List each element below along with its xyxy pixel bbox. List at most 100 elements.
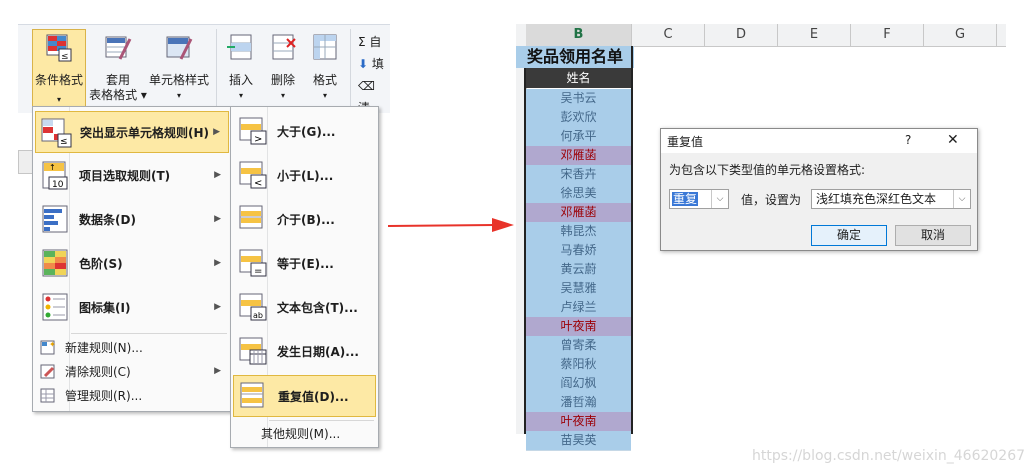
value-type-select[interactable]: 重复 ⌵ [669, 189, 729, 209]
menu-item-manage-rules[interactable]: 管理规则(R)... [35, 384, 229, 406]
table-row[interactable]: 何承平 [526, 127, 631, 147]
submenu-item-less-than[interactable]: < 小于(L)... [233, 155, 376, 195]
svg-text:10: 10 [52, 180, 64, 190]
table-title: 奖品领用名单 [516, 46, 634, 68]
fill-down-icon: ⬇ [358, 57, 369, 71]
menu-item-top-bottom-rules[interactable]: ↑ 10 项目选取规则(T) ▶ [35, 155, 229, 195]
menu-item-label: 新建规则(N)... [65, 340, 143, 355]
submenu-item-greater-than[interactable]: > 大于(G)... [233, 111, 376, 151]
ok-button[interactable]: 确定 [811, 225, 887, 246]
submenu-item-date-occurring[interactable]: 发生日期(A)... [233, 331, 376, 371]
svg-text:≤: ≤ [61, 52, 69, 62]
column-header-b[interactable]: B [526, 24, 632, 47]
chevron-right-icon: ▶ [214, 302, 221, 312]
table-row[interactable]: 彭欢欣 [526, 108, 631, 128]
conditional-format-icon: ≤ [46, 34, 72, 62]
table-row[interactable]: 曾寄柔 [526, 336, 631, 356]
table-row[interactable]: 叶夜南 [526, 412, 631, 432]
cell-styles-button[interactable]: 单元格样式 ▾ [146, 33, 212, 103]
table-row[interactable]: 韩昆杰 [526, 222, 631, 242]
menu-item-label: 项目选取规则(T) [79, 168, 171, 183]
chevron-down-icon: ▾ [56, 95, 61, 104]
menu-separator [71, 333, 227, 334]
menu-item-label: 图标集(I) [79, 300, 131, 315]
table-row[interactable]: 邓雁菡 [526, 146, 631, 166]
conditional-format-menu: ≤ 突出显示单元格规则(H) ▶ ↑ 10 项目选取规则(T) ▶ 数据条(D)… [32, 106, 232, 412]
format-style-value: 浅红填充色深红色文本 [816, 192, 937, 206]
conditional-format-button[interactable]: ≤ 条件格式 ▾ [32, 29, 86, 107]
column-header-c[interactable]: C [632, 24, 705, 47]
format-style-select[interactable]: 浅红填充色深红色文本 ⌵ [811, 189, 971, 209]
table-row[interactable]: 徐思美 [526, 184, 631, 204]
menu-item-label: 管理规则(R)... [65, 388, 143, 403]
selection-border [524, 68, 526, 434]
menu-item-label: 清除规则(C) [65, 364, 131, 379]
table-row[interactable]: 叶夜南 [526, 317, 631, 337]
submenu-item-equal-to[interactable]: = 等于(E)... [233, 243, 376, 283]
menu-item-icon-sets[interactable]: 图标集(I) ▶ [35, 287, 229, 327]
submenu-item-label: 大于(G)... [277, 124, 336, 139]
format-label: 格式 [312, 73, 337, 87]
menu-item-highlight-cells-rules[interactable]: ≤ 突出显示单元格规则(H) ▶ [35, 111, 229, 153]
text-contains-icon: ab [239, 293, 267, 321]
chevron-right-icon: ▶ [213, 127, 220, 137]
watermark: https://blog.csdn.net/weixin_46620267 [752, 448, 1026, 464]
table-row[interactable]: 马春娇 [526, 241, 631, 261]
menu-item-new-rule[interactable]: ✦ 新建规则(N)... [35, 336, 229, 358]
insert-label: 插入 [228, 73, 253, 87]
insert-button[interactable]: 插入 ▾ [222, 33, 260, 103]
column-header-d[interactable]: D [705, 24, 778, 47]
svg-text:>: > [254, 134, 262, 145]
table-row[interactable]: 卢绿兰 [526, 298, 631, 318]
table-style-icon [105, 36, 132, 60]
menu-item-label: 色阶(S) [79, 256, 123, 271]
duplicate-values-dialog: 重复值 ? ✕ 为包含以下类型值的单元格设置格式: 重复 ⌵ 值，设置为 浅红填… [660, 128, 978, 251]
delete-cells-icon [272, 34, 296, 60]
submenu-item-label: 其他规则(M)... [261, 426, 341, 441]
submenu-item-label: 介于(B)... [277, 212, 335, 227]
close-icon[interactable]: ✕ [947, 132, 959, 148]
table-row[interactable]: 邓雁菡 [526, 203, 631, 223]
chevron-down-icon: ▾ [280, 91, 285, 100]
chevron-right-icon: ▶ [214, 170, 221, 180]
delete-button[interactable]: 删除 ▾ [264, 33, 302, 103]
format-button[interactable]: 格式 ▾ [306, 33, 344, 103]
table-row[interactable]: 蔡阳秋 [526, 355, 631, 375]
submenu-item-more-rules[interactable]: 其他规则(M)... [261, 422, 376, 444]
submenu-item-between[interactable]: 介于(B)... [233, 199, 376, 239]
delete-label: 删除 [270, 73, 295, 87]
autosum-button[interactable]: Σ 自 [358, 31, 390, 53]
menu-item-clear-rules[interactable]: 清除规则(C) ▶ [35, 360, 229, 382]
value-type-selected: 重复 [672, 192, 699, 206]
chevron-down-icon: ⌵ [711, 190, 728, 208]
top-bottom-rules-icon: ↑ 10 [42, 161, 68, 190]
column-header-f[interactable]: F [851, 24, 924, 47]
cancel-button[interactable]: 取消 [895, 225, 971, 246]
menu-item-color-scales[interactable]: 色阶(S) ▶ [35, 243, 229, 283]
table-row[interactable]: 苗昊英 [526, 431, 631, 451]
table-row[interactable]: 潘哲瀚 [526, 393, 631, 413]
format-as-table-button[interactable]: 套用 表格格式 ▾ [88, 33, 148, 103]
chevron-right-icon: ▶ [214, 258, 221, 268]
menu-item-data-bars[interactable]: 数据条(D) ▶ [35, 199, 229, 239]
fill-button[interactable]: ⬇ 填 [358, 53, 390, 75]
clear-rules-icon [40, 364, 55, 379]
column-header-e[interactable]: E [778, 24, 851, 47]
table-row[interactable]: 宋香卉 [526, 165, 631, 185]
submenu-item-duplicate-values[interactable]: 重复值(D)... [233, 375, 376, 417]
data-bars-icon [42, 205, 68, 233]
table-row[interactable]: 阎幻枫 [526, 374, 631, 394]
help-icon[interactable]: ? [905, 133, 911, 147]
submenu-item-label: 重复值(D)... [278, 389, 349, 404]
menu-item-label: 突出显示单元格规则(H) [80, 125, 210, 140]
table-row[interactable]: 吴书云 [526, 89, 631, 109]
table-header-name: 姓名 [526, 68, 631, 88]
insert-cells-icon [227, 34, 252, 60]
ribbon: ≤ 条件格式 ▾ 套用 表格格式 ▾ 单元格样式 ▾ 插入 ▾ 删除 ▾ 格式 … [18, 24, 390, 115]
table-row[interactable]: 黄云蔚 [526, 260, 631, 280]
table-row[interactable]: 吴慧雅 [526, 279, 631, 299]
svg-text:✦: ✦ [49, 340, 56, 349]
selection-border [631, 46, 633, 434]
column-header-g[interactable]: G [924, 24, 997, 47]
submenu-item-text-contains[interactable]: ab 文本包含(T)... [233, 287, 376, 327]
